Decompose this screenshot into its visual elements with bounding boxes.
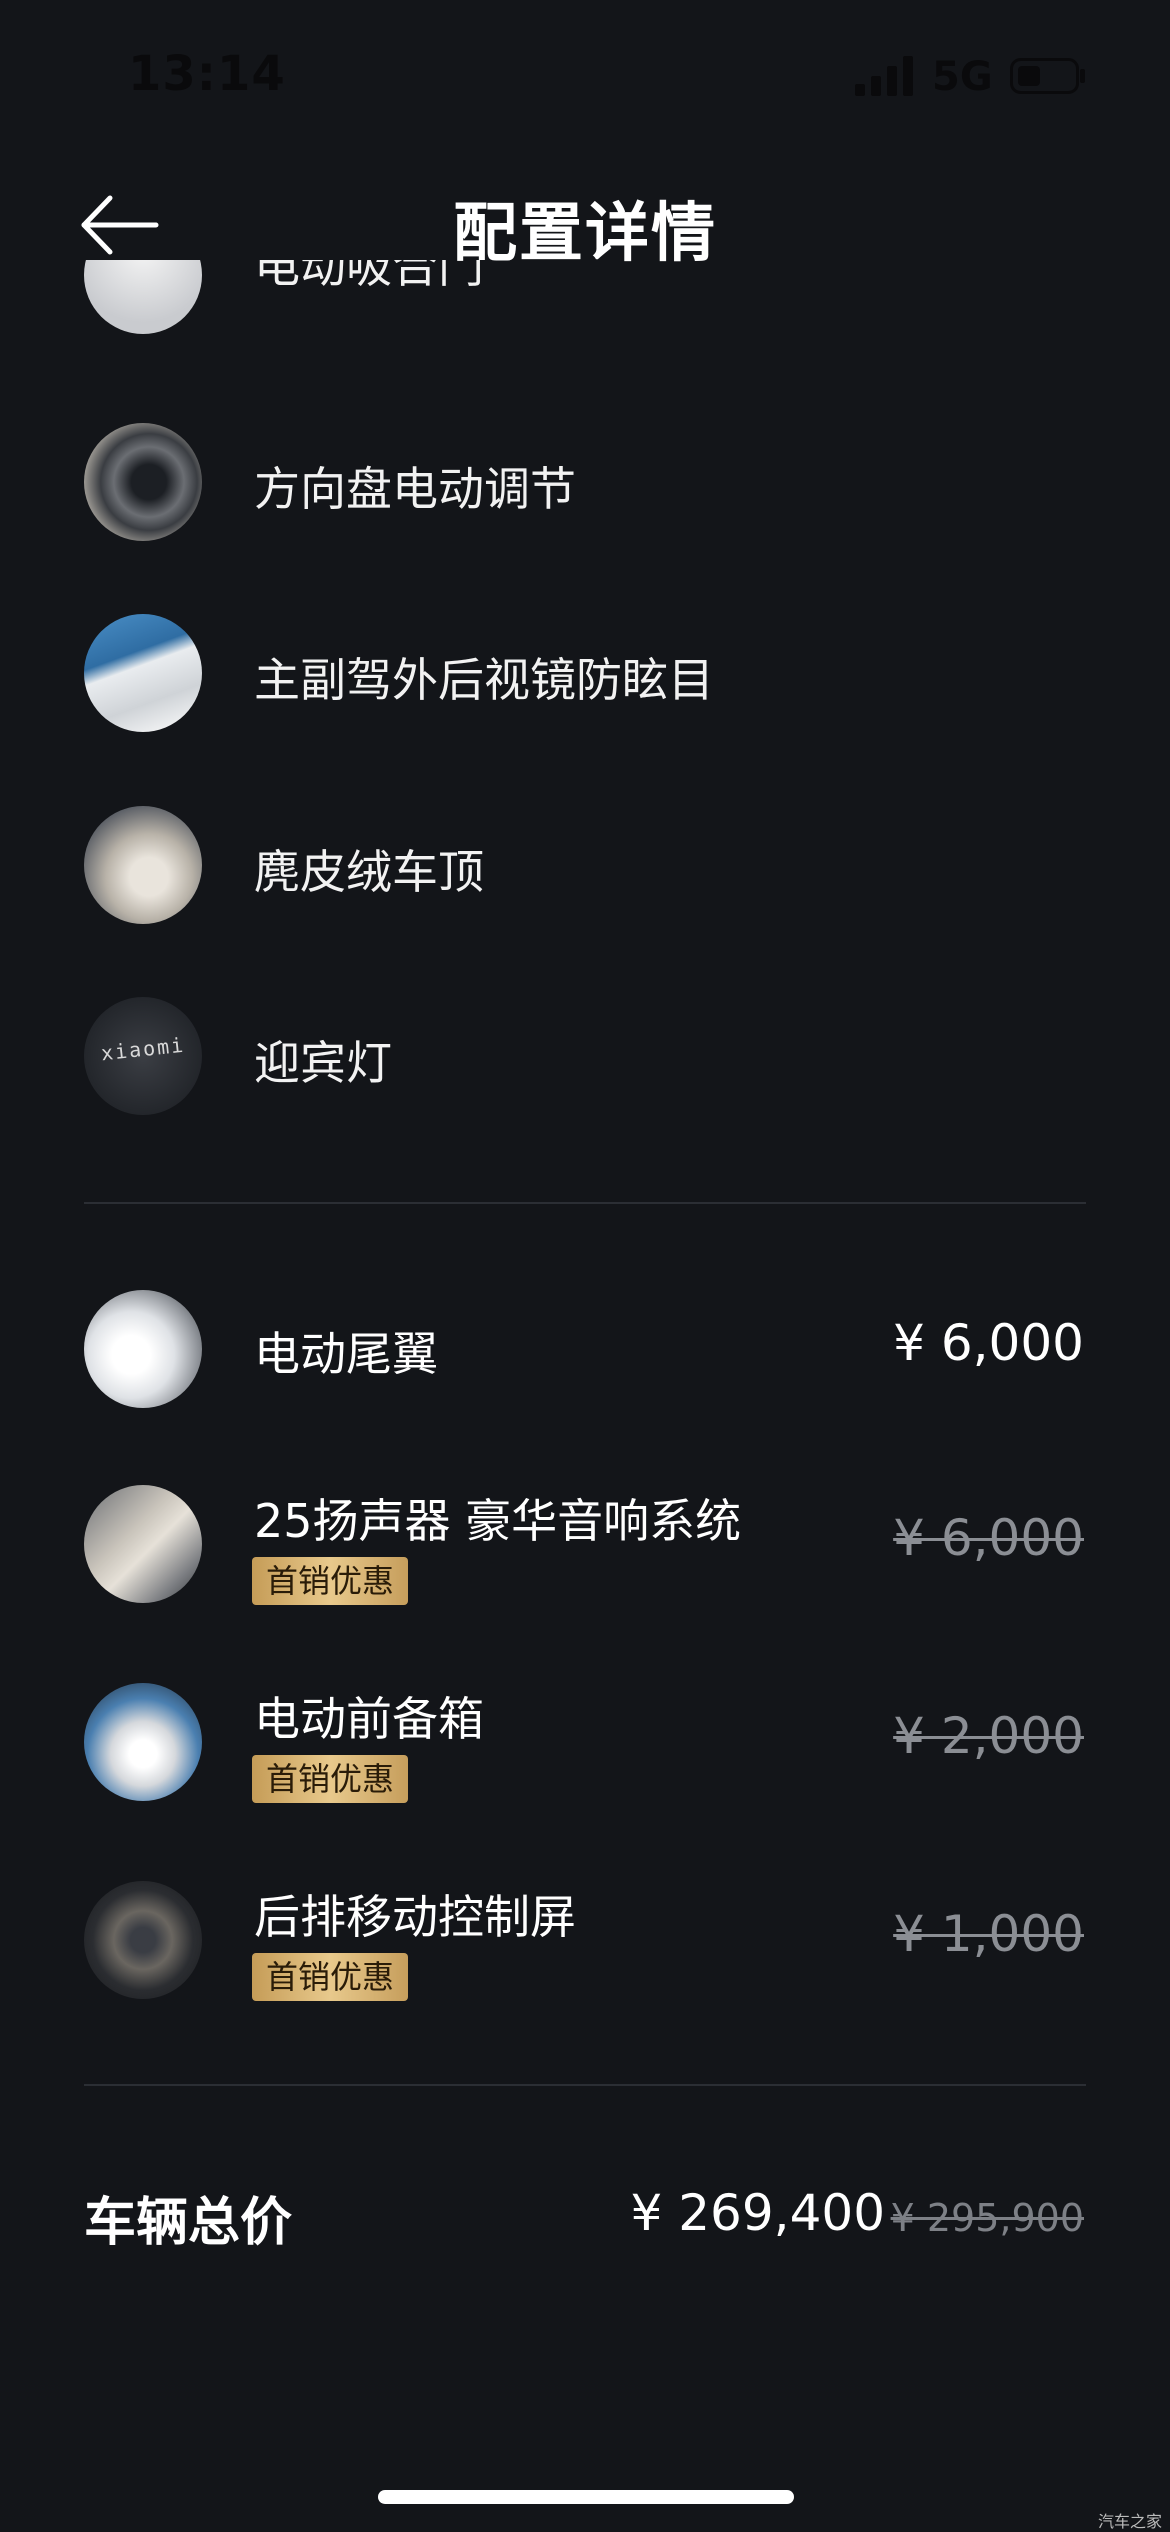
option-item: 25扬声器 豪华音响系统 首销优惠 ¥ 6,000 [0, 1465, 1170, 1615]
home-indicator[interactable] [378, 2490, 794, 2504]
standard-item: xiaomi 迎宾灯 [0, 981, 1170, 1131]
item-label: 迎宾灯 [254, 1036, 392, 1090]
standard-item: 主副驾外后视镜防眩目 [0, 598, 1170, 748]
item-label: 麂皮绒车顶 [254, 845, 484, 899]
cellular-signal-icon [855, 56, 913, 96]
rear-spoiler-thumb [84, 1290, 202, 1408]
option-price-struck: ¥ 2,000 [893, 1707, 1084, 1765]
option-label: 电动尾翼 [254, 1327, 438, 1381]
steering-wheel-thumb [84, 423, 202, 541]
total-original-price: ¥ 295,900 [890, 2196, 1084, 2240]
welcome-light-logo-text: xiaomi [99, 1032, 187, 1066]
rear-screen-thumb [84, 1881, 202, 1999]
section-divider [84, 2084, 1086, 2086]
total-label: 车辆总价 [84, 2193, 293, 2253]
suede-roof-thumb [84, 806, 202, 924]
option-price-struck: ¥ 1,000 [893, 1905, 1084, 1963]
door-handle-thumb [84, 260, 202, 334]
promo-badge: 首销优惠 [252, 1953, 409, 2001]
battery-icon [1010, 58, 1085, 94]
option-item: 电动前备箱 首销优惠 ¥ 2,000 [0, 1663, 1170, 1813]
total-price: ¥ 269,400 [630, 2184, 885, 2242]
standard-item: 方向盘电动调节 [0, 407, 1170, 557]
status-bar: 13:14 5G [0, 0, 1170, 150]
front-trunk-thumb [84, 1683, 202, 1801]
side-mirror-thumb [84, 614, 202, 732]
promo-badge: 首销优惠 [252, 1755, 409, 1803]
network-label: 5G [932, 54, 993, 100]
section-divider [84, 1202, 1086, 1204]
standard-item: 电动吸合门 [0, 260, 1170, 340]
option-label: 后排移动控制屏 [254, 1890, 576, 1944]
option-item: 后排移动控制屏 首销优惠 ¥ 1,000 [0, 1861, 1170, 2011]
option-label: 25扬声器 豪华音响系统 [254, 1494, 742, 1548]
welcome-light-thumb: xiaomi [84, 997, 202, 1115]
option-price-struck: ¥ 6,000 [893, 1509, 1084, 1567]
standard-item: 麂皮绒车顶 [0, 790, 1170, 940]
item-label: 主副驾外后视镜防眩目 [254, 653, 714, 707]
status-time: 13:14 [128, 46, 286, 102]
promo-badge: 首销优惠 [252, 1557, 409, 1605]
item-label: 电动吸合门 [254, 260, 484, 293]
option-price: ¥ 6,000 [893, 1314, 1084, 1372]
watermark: 汽车之家 [1097, 2512, 1162, 2531]
speaker-thumb [84, 1485, 202, 1603]
option-item: 电动尾翼 ¥ 6,000 [0, 1270, 1170, 1420]
option-label: 电动前备箱 [254, 1692, 484, 1746]
item-label: 方向盘电动调节 [254, 462, 576, 516]
